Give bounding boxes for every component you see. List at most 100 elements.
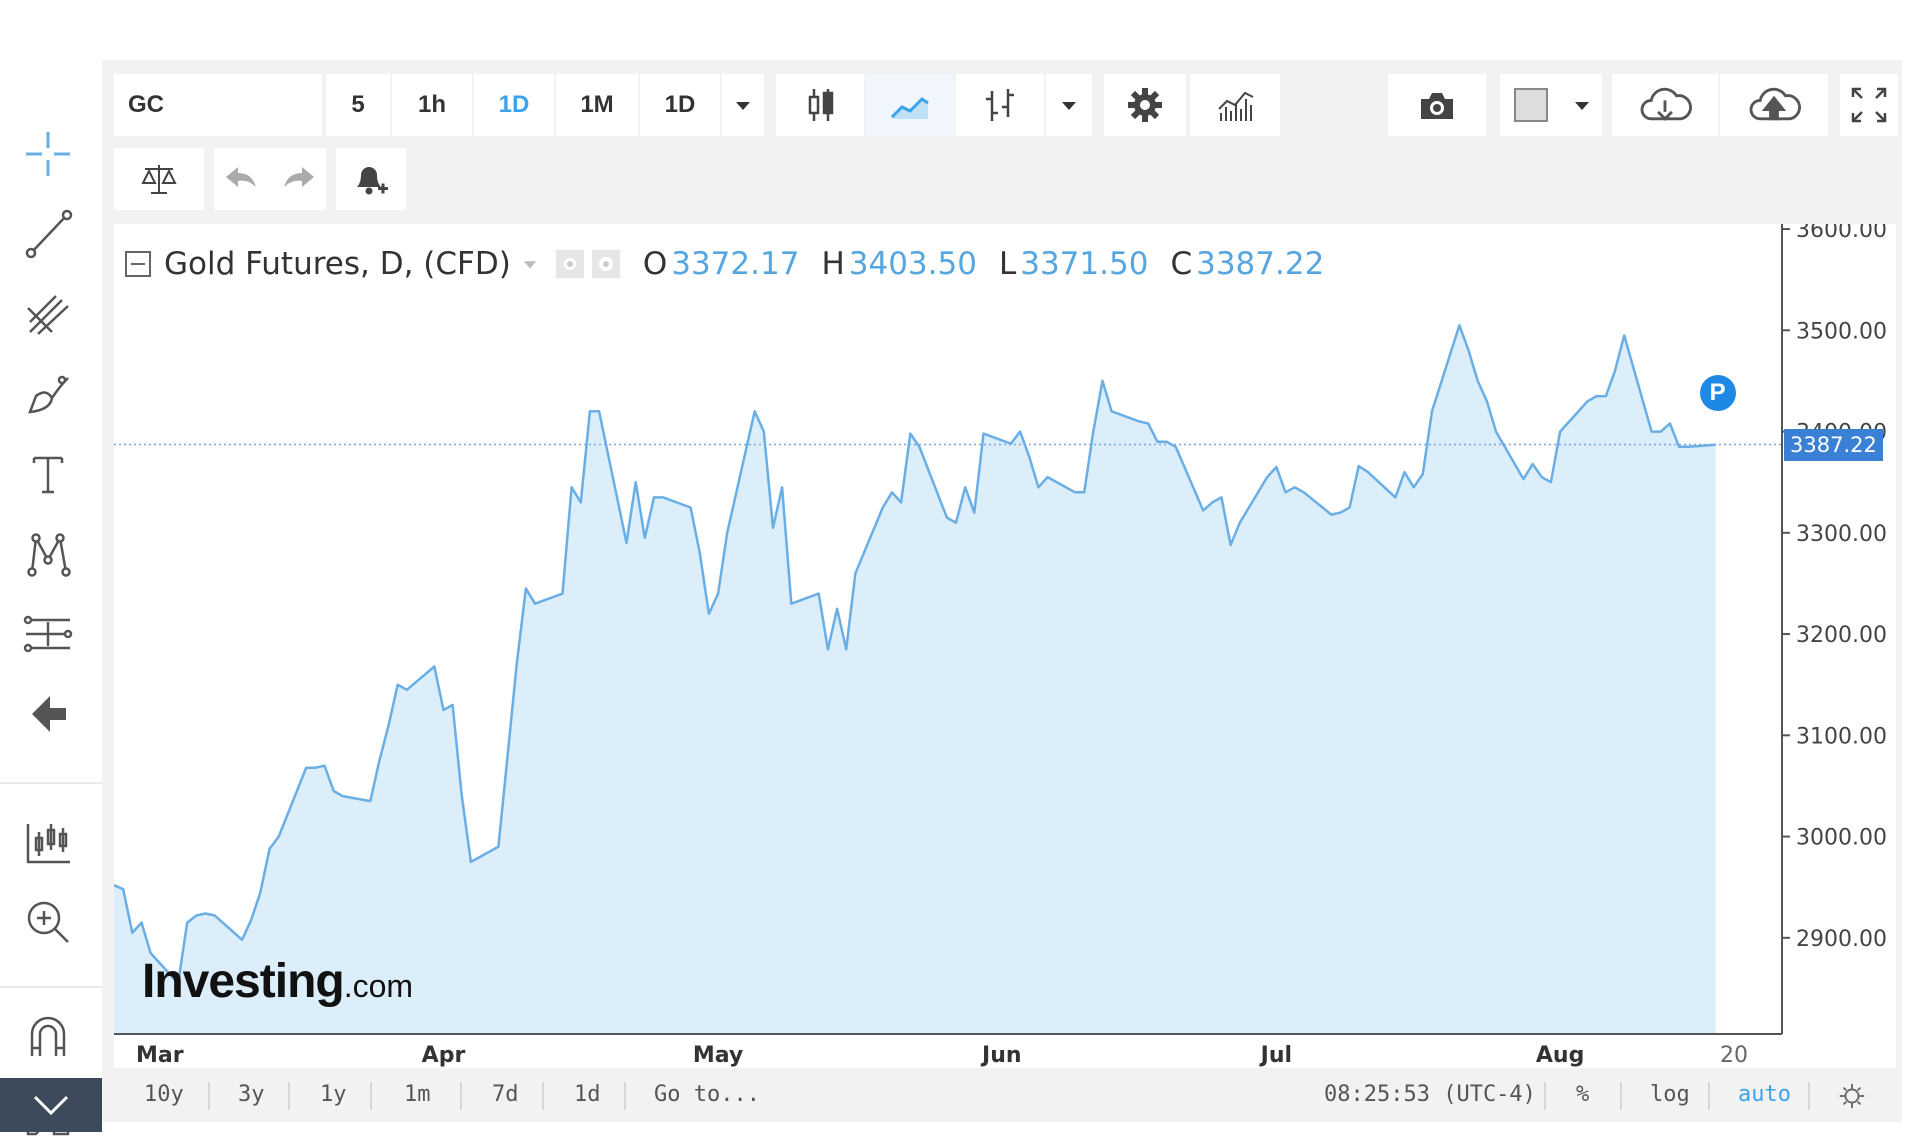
drawing-toolbar [0,72,102,1136]
chart-type-dropdown[interactable] [1046,74,1092,136]
fullscreen-button[interactable] [1840,74,1898,136]
y-tick-label: 3100.00 [1796,724,1887,749]
brush-icon[interactable] [18,364,78,424]
indicators-icon[interactable] [18,812,78,872]
y-tick-label: 3600.00 [1796,224,1887,243]
chevron-down-icon [33,1095,69,1116]
range-separator [370,1082,372,1110]
candlestick-icon [808,89,834,121]
undo-icon [226,167,256,187]
caret-down-icon [1062,102,1076,110]
x-tick-label: Jul [1259,1043,1292,1068]
cloud-upload-icon [1749,87,1801,121]
range-separator [460,1082,462,1110]
interval-label: 5 [351,91,365,118]
y-tick-label: 3000.00 [1796,826,1887,851]
caret-down-icon [736,102,750,110]
range-1d[interactable]: 1d [574,1082,601,1107]
pattern-tool-icon[interactable] [18,524,78,584]
high-label: H [821,246,845,282]
area-chart-icon [890,97,929,119]
magnet-icon[interactable] [18,1006,78,1066]
close-label: C [1170,246,1193,282]
range-1y[interactable]: 1y [320,1082,347,1107]
redo-button[interactable] [270,148,326,210]
indicator-chart-icon [1218,91,1254,121]
range-7d[interactable]: 7d [492,1082,519,1107]
y-tick-label: 3500.00 [1796,319,1887,344]
trend-line-icon[interactable] [18,204,78,264]
interval-1d-custom[interactable]: 1D [640,74,720,136]
logo-suffix: .com [343,968,414,1004]
crosshair-icon[interactable] [18,124,78,184]
y-tick-label: 3300.00 [1796,522,1887,547]
cloud-download-icon [1640,87,1692,121]
indicators-button[interactable] [1190,74,1280,136]
interval-label: 1M [580,91,614,118]
goto-date-button[interactable]: Go to... [654,1082,760,1107]
gear-icon[interactable] [1838,1082,1866,1110]
redo-icon [284,167,314,187]
range-separator [624,1082,626,1110]
interval-dropdown[interactable] [722,74,764,136]
log-scale-toggle[interactable]: log [1650,1082,1690,1107]
range-separator [1708,1082,1710,1110]
legend-title: Gold Futures, D, (CFD) [164,246,511,282]
sidebar-divider [0,986,102,988]
candles-button[interactable] [776,74,864,136]
area-chart-button[interactable] [866,74,954,136]
save-layout-button[interactable] [1720,74,1828,136]
pitchfork-icon[interactable] [18,284,78,344]
interval-1h[interactable]: 1h [392,74,472,136]
compare-button[interactable] [114,148,204,210]
color-dropdown[interactable] [1562,74,1602,136]
chart-panel[interactable]: 2900.003000.003100.003200.003300.003400.… [114,224,1896,1068]
collapse-toolbar-button[interactable] [0,1078,102,1132]
x-tick-label: May [693,1043,743,1068]
x-tick-label: 20 [1720,1043,1748,1068]
price-chart[interactable]: 2900.003000.003100.003200.003300.003400.… [114,224,1896,1068]
interval-5[interactable]: 5 [326,74,390,136]
load-layout-button[interactable] [1612,74,1718,136]
percent-scale-toggle[interactable]: % [1576,1082,1589,1107]
x-tick-label: Jun [980,1043,1022,1068]
settings-button[interactable] [1104,74,1186,136]
collapse-legend-icon[interactable] [124,250,152,278]
interval-1m[interactable]: 1M [556,74,638,136]
auto-scale-toggle[interactable]: auto [1738,1082,1791,1107]
x-tick-label: Apr [422,1043,466,1068]
undo-button[interactable] [214,148,270,210]
range-separator [208,1082,210,1110]
range-10y[interactable]: 10y [144,1082,184,1107]
close-value: 3387.22 [1196,246,1325,282]
range-separator [1808,1082,1810,1110]
high-value: 3403.50 [848,246,977,282]
interval-label: 1D [498,91,530,118]
caret-down-icon[interactable] [521,255,539,273]
range-1m[interactable]: 1m [404,1082,431,1107]
sidebar-divider [0,782,102,784]
chart-app: GC 5 1h 1D 1M 1D 2900.00 3000.00 3100.00… [0,0,1920,1136]
range-separator [288,1082,290,1110]
add-alert-button[interactable] [336,148,406,210]
y-tick-label: 2900.00 [1796,927,1887,952]
measure-tool-icon[interactable] [18,604,78,664]
snapshot-button[interactable] [1388,74,1486,136]
symbol-input[interactable]: GC [114,74,322,136]
bars-button[interactable] [956,74,1044,136]
arrow-left-icon[interactable] [18,684,78,744]
range-3y[interactable]: 3y [238,1082,265,1107]
x-tick-label: Mar [136,1043,184,1068]
low-label: L [998,246,1017,282]
last-price-tag: 3387.22 [1784,428,1883,461]
marker-badge[interactable]: P [1699,374,1736,411]
text-tool-icon[interactable] [18,444,78,504]
interval-1d-active[interactable]: 1D [474,74,554,136]
eye-icon[interactable] [555,249,585,279]
interval-label: 1h [417,91,446,118]
investing-logo: Investing.com [142,954,413,1009]
color-picker-button[interactable] [1500,74,1562,136]
interval-label: 1D [664,91,696,118]
series-settings-icon[interactable] [591,249,621,279]
zoom-in-icon[interactable] [18,892,78,952]
